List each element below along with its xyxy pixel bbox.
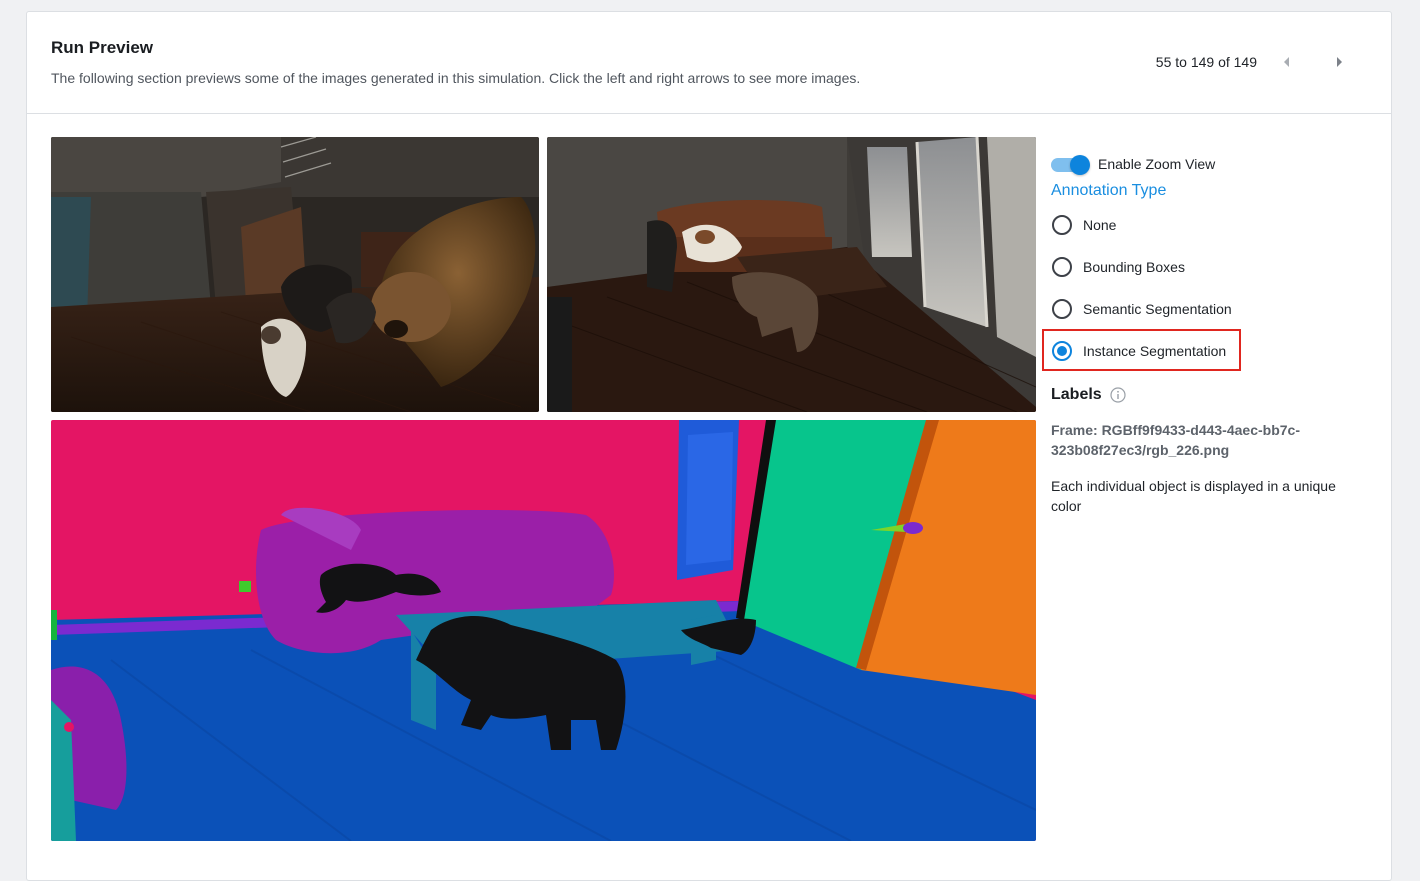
- preview-image-1[interactable]: [51, 137, 539, 412]
- labels-title: Labels: [1051, 386, 1102, 403]
- pager: 55 to 149 of 149: [1156, 53, 1347, 71]
- annotation-type-title: Annotation Type: [1051, 182, 1167, 199]
- toggle-knob: [1070, 155, 1090, 175]
- radio-button[interactable]: [1052, 299, 1072, 319]
- run-preview-card: Run Preview The following section previe…: [26, 11, 1392, 881]
- annotation-option-instance-segmentation[interactable]: Instance Segmentation: [1042, 329, 1371, 372]
- annotation-option-bounding-boxes[interactable]: Bounding Boxes: [1051, 246, 1371, 288]
- preview-image-2[interactable]: [547, 137, 1036, 412]
- labels-section-title: Labels: [1051, 386, 1371, 404]
- zoom-toggle-row: Enable Zoom View: [1051, 152, 1371, 176]
- radio-label: Semantic Segmentation: [1083, 301, 1232, 317]
- radio-label: None: [1083, 217, 1117, 233]
- info-circle-icon[interactable]: [1110, 387, 1126, 403]
- preview-controls-panel: Enable Zoom View Annotation Type None Bo…: [1042, 152, 1371, 516]
- annotation-option-none[interactable]: None: [1051, 204, 1371, 246]
- card-header: Run Preview The following section previe…: [27, 12, 1391, 114]
- radio-button-selected[interactable]: [1052, 341, 1072, 361]
- caret-right-icon[interactable]: [1331, 53, 1347, 71]
- radio-button[interactable]: [1052, 215, 1072, 235]
- radio-label: Instance Segmentation: [1083, 343, 1227, 359]
- annotation-description: Each individual object is displayed in a…: [1051, 478, 1336, 514]
- radio-button[interactable]: [1052, 257, 1072, 277]
- page-subtitle: The following section previews some of t…: [51, 70, 861, 86]
- frame-filename: Frame: RGBff9f9433-d443-4aec-bb7c-323b08…: [1051, 422, 1300, 458]
- zoom-view-toggle[interactable]: [1051, 155, 1090, 175]
- preview-image-segmentation[interactable]: [51, 420, 1036, 841]
- caret-left-icon[interactable]: [1279, 53, 1295, 71]
- zoom-view-label: Enable Zoom View: [1098, 156, 1216, 172]
- page-title: Run Preview: [51, 38, 154, 57]
- annotation-option-semantic-segmentation[interactable]: Semantic Segmentation: [1051, 288, 1371, 330]
- radio-label: Bounding Boxes: [1083, 259, 1185, 275]
- pager-count: 55 to 149 of 149: [1155, 54, 1257, 70]
